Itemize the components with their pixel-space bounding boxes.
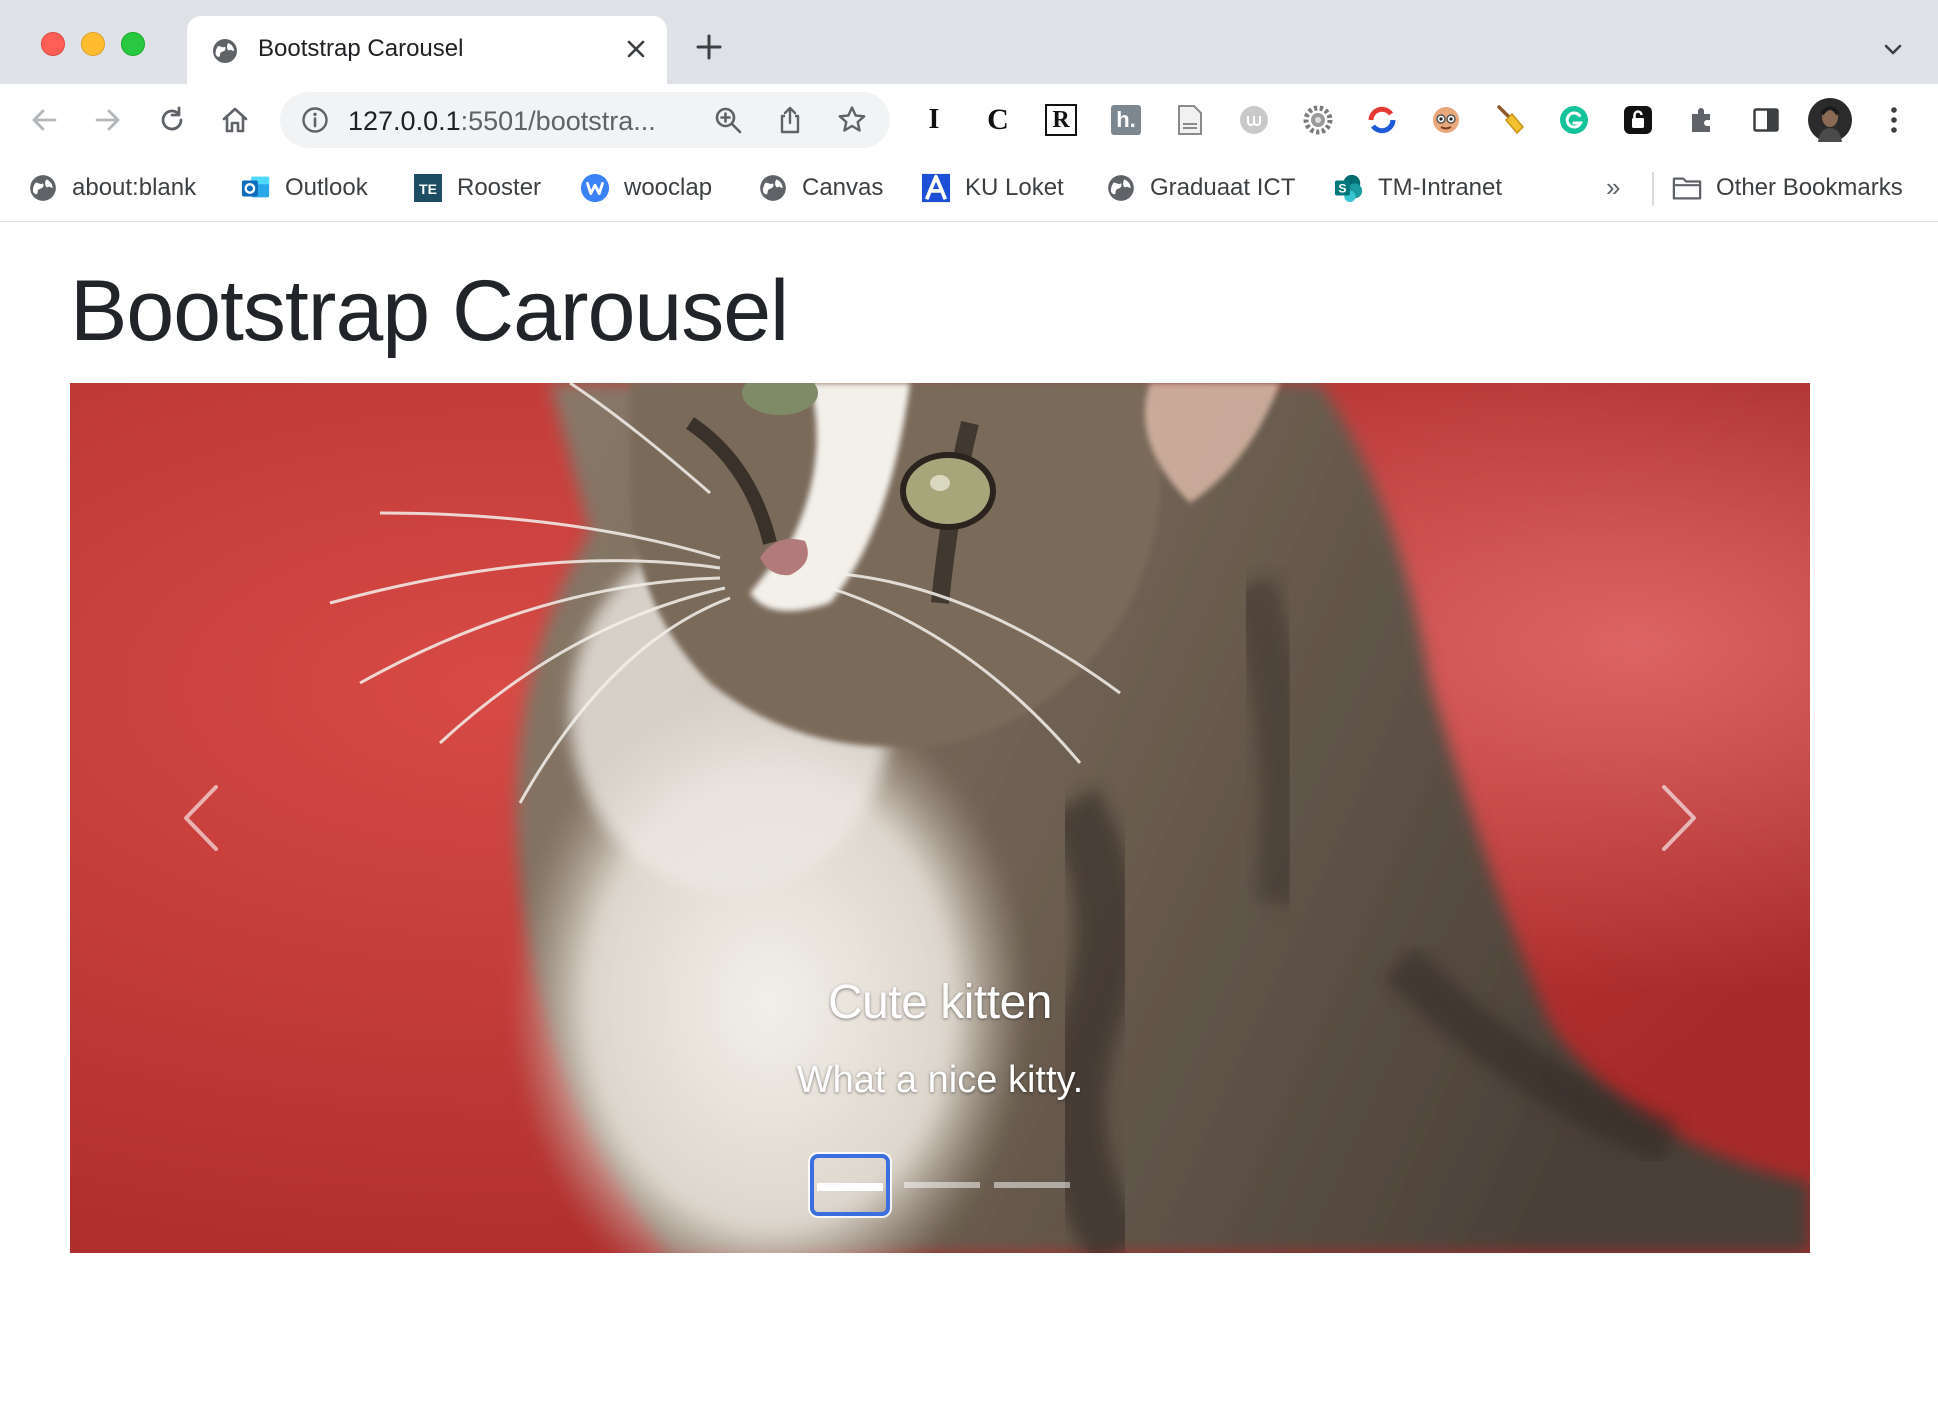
svg-text:TE: TE <box>419 181 437 197</box>
share-icon[interactable] <box>772 102 808 138</box>
zoom-icon[interactable] <box>710 102 746 138</box>
carousel-caption-text: What a nice kitty. <box>796 1059 1084 1101</box>
extension-r-icon[interactable]: R <box>1043 102 1079 138</box>
other-bookmarks-label: Other Bookmarks <box>1716 174 1903 201</box>
minimize-window-button[interactable] <box>81 32 105 56</box>
chevron-right-icon <box>1662 785 1696 851</box>
puzzle-icon[interactable] <box>1684 102 1720 138</box>
bookmark-ku-loket[interactable]: KU Loket <box>921 166 1064 210</box>
broom-extension-icon[interactable] <box>1492 102 1528 138</box>
bookmark-label: Canvas <box>802 174 884 201</box>
wooclap-icon <box>580 173 610 203</box>
bookmark-canvas[interactable]: Canvas <box>758 166 883 210</box>
bookmark-label: Graduaat ICT <box>1150 174 1296 201</box>
close-tab-icon[interactable] <box>619 32 653 66</box>
chevron-left-icon <box>184 785 218 851</box>
browser-toolbar: 127.0.0.1:5501/bootstra... I C R h. <box>0 84 1938 156</box>
bookmark-label: Outlook <box>285 174 368 201</box>
carousel-indicator-2[interactable] <box>904 1182 980 1188</box>
bookmarks-overflow-button[interactable]: » <box>1606 172 1620 203</box>
bookmark-graduaat-ict[interactable]: Graduaat ICT <box>1106 166 1295 210</box>
globe-icon <box>758 173 788 203</box>
face-extension-icon[interactable] <box>1428 102 1464 138</box>
chevron-down-icon[interactable] <box>1876 36 1910 64</box>
folder-icon <box>1672 173 1702 203</box>
bookmark-tm-intranet[interactable]: S TM-Intranet <box>1334 166 1502 210</box>
site-info-icon[interactable] <box>300 105 330 135</box>
profile-avatar[interactable] <box>1808 98 1852 142</box>
bookmark-outlook[interactable]: Outlook <box>241 166 368 210</box>
globe-icon <box>28 173 58 203</box>
extension-i-icon[interactable]: I <box>916 102 952 138</box>
sharepoint-icon: S <box>1334 173 1364 203</box>
url-text[interactable]: 127.0.0.1:5501/bootstra... <box>348 106 656 137</box>
bookmark-label: Rooster <box>457 174 542 201</box>
grey-circle-extension-icon[interactable] <box>1236 102 1272 138</box>
bookmark-label: TM-Intranet <box>1378 174 1503 201</box>
bookmark-rooster[interactable]: TE Rooster <box>413 166 541 210</box>
home-icon[interactable] <box>215 100 255 140</box>
active-tab[interactable]: Bootstrap Carousel <box>187 16 667 84</box>
carousel-prev-button[interactable] <box>70 383 332 1253</box>
extension-h-icon[interactable]: h. <box>1108 102 1144 138</box>
globe-icon <box>213 39 237 63</box>
tab-title: Bootstrap Carousel <box>258 35 464 62</box>
carousel-caption-title: Cute kitten <box>828 976 1052 1029</box>
zoom-window-button[interactable] <box>121 32 145 56</box>
bookmarks-bar: about:blank Outlook TE Rooster wooclap C… <box>0 156 1938 222</box>
more-menu-icon[interactable] <box>1876 102 1912 138</box>
page-title: Bootstrap Carousel <box>70 263 789 359</box>
bookmark-label: about:blank <box>72 174 197 201</box>
bookmark-label: KU Loket <box>965 174 1064 201</box>
carousel: Cute kitten What a nice kitty. <box>70 383 1810 1253</box>
bookmark-label: wooclap <box>624 174 713 201</box>
new-tab-icon[interactable] <box>692 30 726 64</box>
reload-icon[interactable] <box>152 100 192 140</box>
svg-text:S: S <box>1338 182 1346 196</box>
other-bookmarks-folder[interactable]: Other Bookmarks <box>1672 166 1903 210</box>
bookmarks-divider <box>1652 172 1654 206</box>
sync-extension-icon[interactable] <box>1364 102 1400 138</box>
carousel-indicator-1[interactable] <box>810 1154 890 1216</box>
star-icon[interactable] <box>834 102 870 138</box>
outlook-icon <box>241 173 271 203</box>
grammarly-icon[interactable] <box>1556 102 1592 138</box>
forward-arrow-icon[interactable] <box>88 100 128 140</box>
carousel-indicator-3[interactable] <box>994 1182 1070 1188</box>
ku-icon <box>921 173 951 203</box>
tab-strip: Bootstrap Carousel <box>0 0 1938 84</box>
gear-extension-icon[interactable] <box>1300 102 1336 138</box>
carousel-indicators <box>70 1152 1810 1218</box>
globe-icon <box>1106 173 1136 203</box>
address-bar[interactable]: 127.0.0.1:5501/bootstra... <box>280 92 890 148</box>
back-arrow-icon[interactable] <box>24 100 64 140</box>
bookmark-about-blank[interactable]: about:blank <box>28 166 196 210</box>
carousel-next-button[interactable] <box>1548 383 1810 1253</box>
extension-c-icon[interactable]: C <box>980 102 1016 138</box>
bookmark-wooclap[interactable]: wooclap <box>580 166 712 210</box>
te-icon: TE <box>413 173 443 203</box>
document-extension-icon[interactable] <box>1172 102 1208 138</box>
side-panel-icon[interactable] <box>1748 102 1784 138</box>
lock-extension-icon[interactable] <box>1620 102 1656 138</box>
close-window-button[interactable] <box>41 32 65 56</box>
